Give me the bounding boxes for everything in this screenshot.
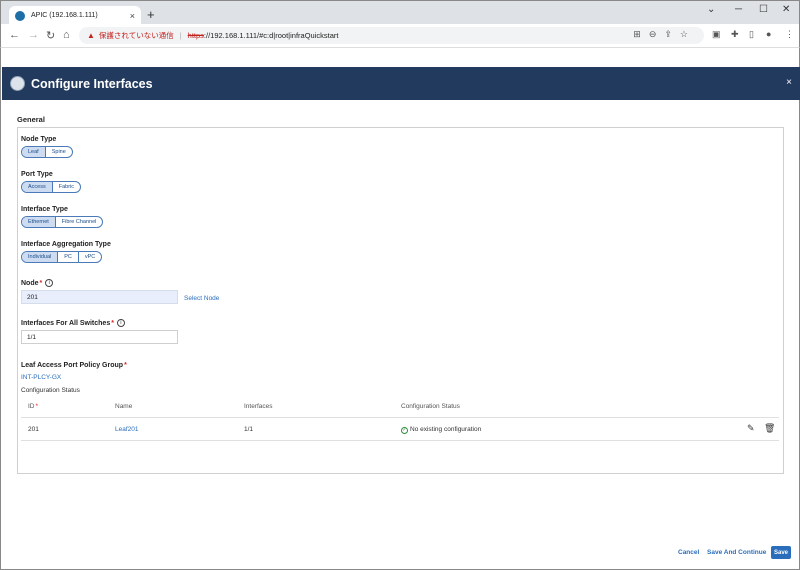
aggregation-vpc-option[interactable]: vPC — [79, 252, 101, 262]
cell-name-link[interactable]: Leaf201 — [115, 426, 139, 433]
browser-toolbar: ← → ↻ ⌂ ▲ 保護されていない通信 | https ://192.168.… — [0, 24, 800, 48]
extension-icon[interactable]: ▣ — [712, 29, 721, 40]
column-header-name[interactable]: Name — [115, 403, 132, 410]
modal-header: Configure Interfaces × — [2, 67, 800, 100]
new-tab-button[interactable]: + — [147, 7, 155, 22]
node-type-toggle: Leaf Spine — [21, 146, 73, 158]
home-icon[interactable]: ⌂ — [63, 29, 70, 41]
cell-id: 201 — [28, 426, 39, 433]
back-arrow-icon[interactable]: ← — [9, 29, 20, 41]
edit-pencil-icon[interactable]: ✎ — [747, 423, 755, 434]
policy-group-label-text: Leaf Access Port Policy Group — [21, 362, 124, 369]
interfaces-input[interactable]: 1/1 — [21, 330, 178, 344]
more-menu-icon[interactable]: ⋮ — [785, 29, 794, 40]
port-type-toggle: Access Fabric — [21, 181, 82, 193]
required-asterisk: * — [124, 362, 127, 369]
browser-tab-bar: APIC (192.168.1.111) × + ⌄ ─ ☐ ✕ — [0, 0, 800, 25]
column-header-interfaces[interactable]: Interfaces — [244, 403, 273, 410]
required-asterisk: * — [39, 279, 43, 287]
close-icon[interactable]: × — [786, 77, 792, 88]
policy-group-field-label: Leaf Access Port Policy Group* — [21, 362, 127, 369]
node-type-spine-option[interactable]: Spine — [46, 147, 72, 157]
node-label-text: Node — [21, 279, 39, 287]
browser-tab[interactable]: APIC (192.168.1.111) × — [9, 6, 141, 25]
column-header-id[interactable]: ID* — [28, 403, 38, 410]
section-title-general: General — [17, 115, 45, 124]
interface-type-label: Interface Type — [21, 206, 68, 213]
delete-trash-icon[interactable]: 🗑 — [764, 423, 775, 434]
url-separator: | — [179, 31, 182, 40]
port-type-access-option[interactable]: Access — [22, 182, 53, 192]
reload-icon[interactable]: ↻ — [46, 29, 55, 42]
omnibox-action-icons[interactable]: ⊞⊖⇪☆ — [633, 29, 696, 40]
cisco-logo-icon — [10, 76, 25, 91]
info-icon[interactable]: i — [45, 279, 54, 287]
interfaces-field-label: Interfaces For All Switches* i — [21, 319, 125, 327]
maximize-window-button[interactable]: ☐ — [759, 4, 768, 15]
configuration-status-label: Configuration Status — [21, 387, 80, 394]
column-header-configuration-status[interactable]: Configuration Status — [401, 403, 460, 410]
warning-triangle-icon: ▲ — [87, 31, 95, 40]
port-type-fabric-option[interactable]: Fabric — [53, 182, 80, 192]
aggregation-type-toggle: Individual PC vPC — [21, 251, 103, 263]
status-text: No existing configuration — [410, 426, 482, 433]
apic-favicon-icon — [15, 10, 25, 21]
save-and-continue-button[interactable]: Save And Continue — [707, 549, 766, 556]
info-icon[interactable]: i — [116, 319, 125, 327]
node-input[interactable]: 201 — [21, 290, 178, 304]
minimize-window-button[interactable]: ─ — [735, 4, 742, 15]
save-button[interactable]: Save — [771, 546, 791, 559]
check-circle-icon: ✓ — [401, 427, 408, 434]
aggregation-individual-option[interactable]: Individual — [22, 252, 59, 262]
column-header-id-text: ID — [28, 403, 35, 410]
sidepanel-icon[interactable]: ▯ — [749, 29, 754, 40]
profile-avatar-icon[interactable]: ● — [766, 29, 771, 39]
interface-type-fibre-channel-option[interactable]: Fibre Channel — [56, 217, 103, 227]
puzzle-icon[interactable]: ✚ — [731, 29, 739, 40]
address-bar[interactable]: ▲ 保護されていない通信 | https ://192.168.1.111/#c… — [79, 27, 704, 44]
cell-configuration-status: ✓ No existing configuration — [401, 426, 481, 434]
security-status-label[interactable]: 保護されていない通信 — [99, 30, 174, 41]
close-window-button[interactable]: ✕ — [782, 4, 790, 15]
forward-arrow-icon[interactable]: → — [28, 29, 39, 41]
modal-title: Configure Interfaces — [31, 76, 153, 91]
chevron-down-icon[interactable]: ⌄ — [707, 4, 715, 15]
table-divider — [21, 440, 779, 441]
cell-interfaces: 1/1 — [244, 426, 254, 433]
node-type-leaf-option[interactable]: Leaf — [22, 147, 46, 157]
select-node-link[interactable]: Select Node — [184, 295, 219, 302]
tab-close-icon[interactable]: × — [130, 11, 135, 21]
interfaces-label-text: Interfaces For All Switches — [21, 319, 111, 327]
policy-group-value-link[interactable]: INT-PLCY-GX — [21, 374, 61, 381]
table-divider — [21, 417, 779, 418]
tab-title: APIC (192.168.1.111) — [31, 12, 98, 19]
required-asterisk: * — [111, 319, 114, 327]
node-type-label: Node Type — [21, 136, 57, 143]
interface-type-toggle: Ethernet Fibre Channel — [21, 216, 104, 228]
url-text: ://192.168.1.111/#c:d|root|infraQuicksta… — [203, 31, 339, 40]
port-type-label: Port Type — [21, 171, 53, 178]
aggregation-pc-option[interactable]: PC — [58, 252, 79, 262]
url-scheme: https — [187, 31, 204, 40]
required-asterisk: * — [35, 403, 39, 410]
node-field-label: Node* i — [21, 279, 54, 287]
aggregation-type-label: Interface Aggregation Type — [21, 241, 111, 248]
interface-type-ethernet-option[interactable]: Ethernet — [22, 217, 56, 227]
cancel-button[interactable]: Cancel — [678, 549, 699, 556]
